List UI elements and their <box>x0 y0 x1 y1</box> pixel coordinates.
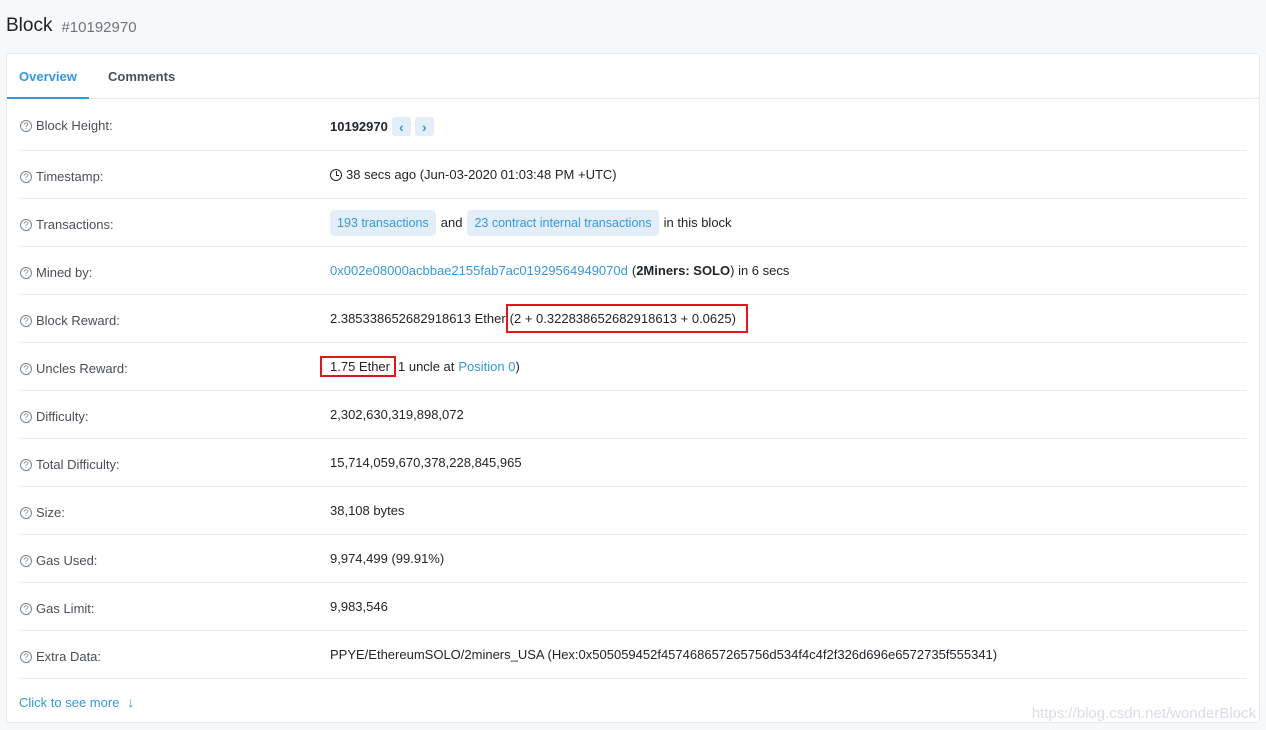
gas-limit-value: 9,983,546 <box>330 599 388 614</box>
uncle-position-link[interactable]: Position 0 <box>458 359 515 374</box>
and-text: and <box>440 215 463 230</box>
block-number-heading: #10192970 <box>61 19 137 36</box>
size-value: 38,108 bytes <box>330 503 405 518</box>
prev-block-button[interactable]: ‹ <box>391 117 411 136</box>
gas-used-value: 9,974,499 (99.91%) <box>330 551 445 566</box>
block-reward-breakdown-highlight: (2 + 0.322838652682918613 + 0.0625) <box>505 304 748 333</box>
uncle-at-text: 1 uncle at <box>398 359 455 374</box>
extra-data-value: PPYE/EthereumSOLO/2miners_USA (Hex:0x505… <box>330 647 998 662</box>
row-gas-limit: ? Gas Limit: 9,983,546 <box>19 583 1247 631</box>
total-difficulty-value: 15,714,059,670,378,228,845,965 <box>330 455 522 470</box>
question-circle-icon[interactable]: ? <box>20 314 32 327</box>
row-block-height: ? Block Height: 10192970 ‹ › <box>19 99 1247 151</box>
miner-address-link[interactable]: 0x002e08000acbbae2155fab7ac0192956494907… <box>330 263 628 278</box>
row-mined-by: ? Mined by: 0x002e08000acbbae2155fab7ac0… <box>19 247 1247 295</box>
click-to-see-more-link[interactable]: Click to see more ↓ <box>19 694 134 710</box>
label-size: Size: <box>36 505 65 520</box>
label-gas-limit: Gas Limit: <box>36 601 95 616</box>
clock-icon <box>330 168 342 181</box>
row-uncles-reward: ? Uncles Reward: 1.75 Ether 1 uncle at P… <box>19 343 1247 391</box>
mined-in-text: ) in 6 secs <box>730 263 790 278</box>
row-block-reward: ? Block Reward: 2.385338652682918613 Eth… <box>19 295 1247 343</box>
uncles-reward-value-highlight: 1.75 Ether <box>320 356 396 377</box>
label-uncles-reward: Uncles Reward: <box>36 361 128 376</box>
row-timestamp: ? Timestamp: 38 secs ago (Jun-03-2020 01… <box>19 151 1247 199</box>
row-transactions: ? Transactions: 193 transactions and 23 … <box>19 199 1247 247</box>
next-block-button[interactable]: › <box>414 117 434 136</box>
label-block-reward: Block Reward: <box>36 313 120 328</box>
question-circle-icon[interactable]: ? <box>20 362 32 375</box>
question-circle-icon[interactable]: ? <box>20 602 32 615</box>
tab-comments[interactable]: Comments <box>89 54 187 98</box>
watermark: https://blog.csdn.net/wonderBlock <box>1031 705 1256 722</box>
label-difficulty: Difficulty: <box>36 409 89 424</box>
overview-rows: ? Block Height: 10192970 ‹ › ? Timestamp… <box>7 99 1259 679</box>
question-circle-icon[interactable]: ? <box>20 506 32 519</box>
row-total-difficulty: ? Total Difficulty: 15,714,059,670,378,2… <box>19 439 1247 487</box>
internal-transactions-link[interactable]: 23 contract internal transactions <box>467 209 659 236</box>
label-total-difficulty: Total Difficulty: <box>36 457 120 472</box>
in-this-block-text: in this block <box>663 215 732 230</box>
timestamp-value: 38 secs ago (Jun-03-2020 01:03:48 PM +UT… <box>346 167 617 182</box>
question-circle-icon[interactable]: ? <box>20 266 32 279</box>
question-circle-icon[interactable]: ? <box>20 458 32 471</box>
label-transactions: Transactions: <box>36 217 114 232</box>
question-circle-icon[interactable]: ? <box>20 554 32 567</box>
label-mined-by: Mined by: <box>36 265 93 280</box>
difficulty-value: 2,302,630,319,898,072 <box>330 407 464 422</box>
tab-bar: Overview Comments <box>7 54 1259 99</box>
row-size: ? Size: 38,108 bytes <box>19 487 1247 535</box>
block-card: Overview Comments ? Block Height: 101929… <box>6 53 1260 723</box>
uncle-close-paren: ) <box>515 359 520 374</box>
page-title: Block <box>6 15 53 36</box>
question-circle-icon[interactable]: ? <box>20 170 32 183</box>
tab-overview[interactable]: Overview <box>7 54 89 99</box>
label-block-height: Block Height: <box>36 118 113 133</box>
row-gas-used: ? Gas Used: 9,974,499 (99.91%) <box>19 535 1247 583</box>
miner-name: 2Miners: SOLO <box>636 263 731 278</box>
transactions-link[interactable]: 193 transactions <box>330 209 436 236</box>
arrow-down-icon: ↓ <box>127 694 135 710</box>
row-extra-data: ? Extra Data: PPYE/EthereumSOLO/2miners_… <box>19 631 1247 679</box>
see-more-label: Click to see more <box>19 694 120 710</box>
question-circle-icon[interactable]: ? <box>20 410 32 423</box>
question-circle-icon[interactable]: ? <box>20 218 32 231</box>
question-circle-icon[interactable]: ? <box>20 119 32 132</box>
row-difficulty: ? Difficulty: 2,302,630,319,898,072 <box>19 391 1247 439</box>
block-reward-value: 2.385338652682918613 Ether <box>330 311 506 326</box>
label-gas-used: Gas Used: <box>36 553 98 568</box>
page-header: Block #10192970 <box>0 0 1266 52</box>
question-circle-icon[interactable]: ? <box>20 650 32 663</box>
block-height-value: 10192970 <box>330 119 388 134</box>
label-timestamp: Timestamp: <box>36 169 104 184</box>
label-extra-data: Extra Data: <box>36 649 102 664</box>
